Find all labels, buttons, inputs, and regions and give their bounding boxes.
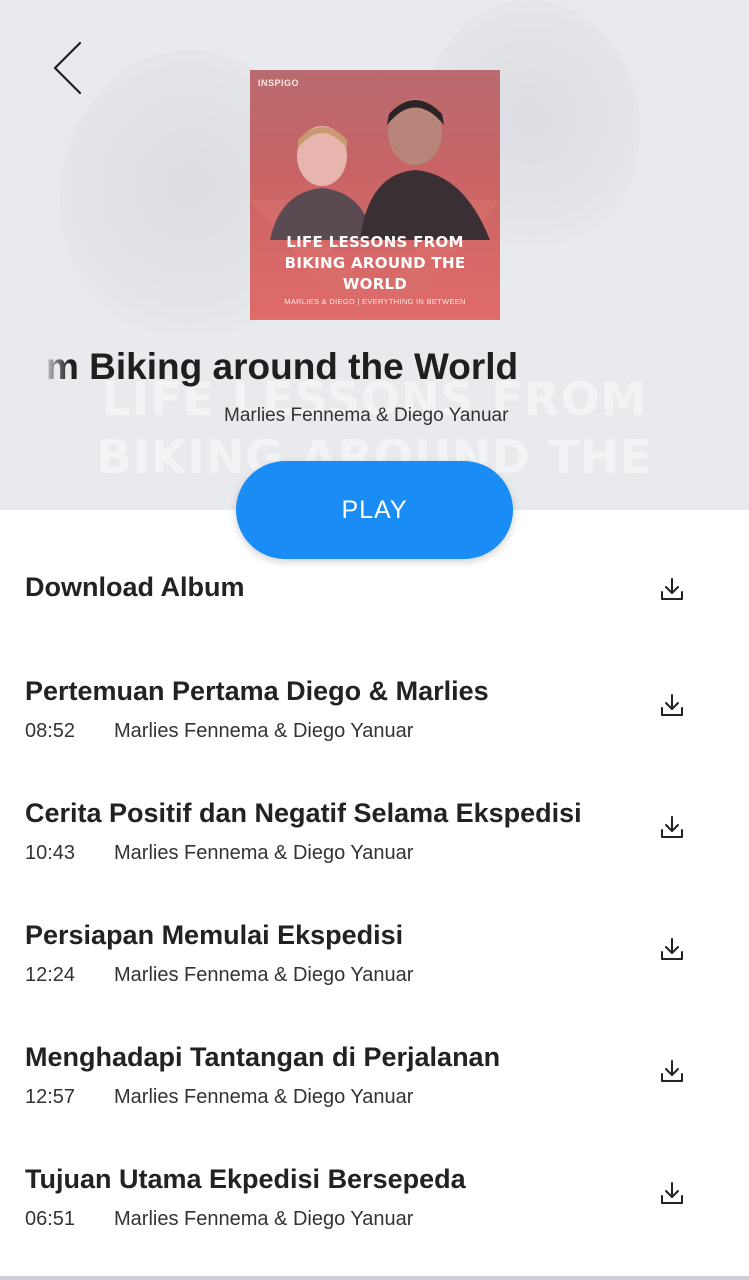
track-duration: 06:51 xyxy=(25,1208,76,1230)
album-header: LIFE LESSONS FROM BIKING AROUND THE WORL… xyxy=(0,0,749,510)
track-artist: Marlies Fennema & Diego Yanuar xyxy=(114,720,414,742)
track-row[interactable]: Pertemuan Pertama Diego & Marlies 08:52 … xyxy=(0,676,749,786)
track-title: Persiapan Memulai Ekspedisi xyxy=(25,920,404,950)
track-duration: 12:57 xyxy=(25,1086,76,1108)
cover-title: LIFE LESSONS FROM BIKING AROUND THE WORL… xyxy=(250,232,500,295)
album-title: m Biking around the World xyxy=(46,346,519,387)
download-icon[interactable] xyxy=(659,936,685,962)
cover-title-line1: LIFE LESSONS FROM xyxy=(286,233,464,251)
track-title: Tujuan Utama Ekpedisi Bersepeda xyxy=(25,1164,466,1194)
track-artist: Marlies Fennema & Diego Yanuar xyxy=(114,1208,414,1230)
track-title: Pertemuan Pertama Diego & Marlies xyxy=(25,676,489,706)
track-title: Menghadapi Tantangan di Perjalanan xyxy=(25,1042,501,1072)
track-row[interactable]: Cerita Positif dan Negatif Selama Eksped… xyxy=(0,798,749,908)
album-artist: Marlies Fennema & Diego Yanuar xyxy=(224,405,509,426)
download-album-label[interactable]: Download Album xyxy=(25,572,244,603)
download-icon[interactable] xyxy=(659,576,685,602)
track-row[interactable]: Tujuan Utama Ekpedisi Bersepeda 06:51 Ma… xyxy=(0,1164,749,1274)
back-button[interactable] xyxy=(40,36,96,100)
download-icon[interactable] xyxy=(659,1058,685,1084)
download-icon[interactable] xyxy=(659,692,685,718)
download-icon[interactable] xyxy=(659,814,685,840)
track-title: Cerita Positif dan Negatif Selama Eksped… xyxy=(25,798,582,828)
track-artist: Marlies Fennema & Diego Yanuar xyxy=(114,1086,414,1108)
bottom-divider xyxy=(0,1276,749,1280)
cover-subtitle: MARLIES & DIEGO | EVERYTHING IN BETWEEN xyxy=(284,297,466,306)
chevron-left-icon xyxy=(53,41,82,95)
album-cover: INSPIGO LIFE LESSONS FROM BIKING AROUND … xyxy=(250,70,500,320)
play-button-label: PLAY xyxy=(341,495,408,524)
track-duration: 10:43 xyxy=(25,842,76,864)
track-row[interactable]: Menghadapi Tantangan di Perjalanan 12:57… xyxy=(0,1042,749,1152)
track-artist: Marlies Fennema & Diego Yanuar xyxy=(114,964,414,986)
track-row[interactable]: Persiapan Memulai Ekspedisi 12:24 Marlie… xyxy=(0,920,749,1030)
cover-title-line2: BIKING AROUND THE WORLD xyxy=(284,254,466,293)
album-title-fade xyxy=(40,346,70,396)
download-icon[interactable] xyxy=(659,1180,685,1206)
track-duration: 12:24 xyxy=(25,964,76,986)
cover-brand: INSPIGO xyxy=(258,78,300,88)
track-duration: 08:52 xyxy=(25,720,76,742)
track-artist: Marlies Fennema & Diego Yanuar xyxy=(114,842,414,864)
play-button[interactable]: PLAY xyxy=(236,461,513,559)
